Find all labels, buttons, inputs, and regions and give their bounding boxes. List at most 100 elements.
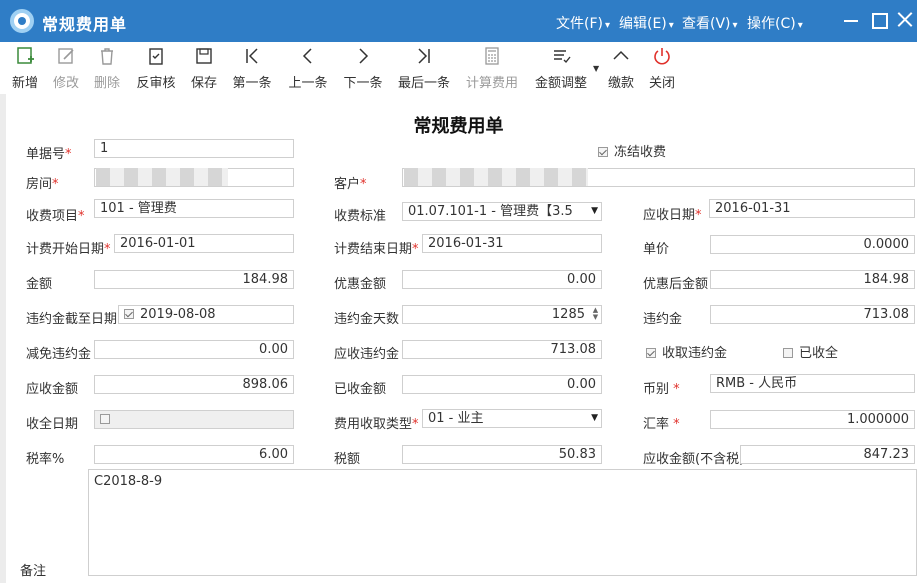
penalty-days-stepper[interactable]: 1285 ▲ ▼	[402, 305, 602, 324]
doc-no-field[interactable]: 1	[94, 139, 294, 158]
due-date-field[interactable]: 2016-01-31	[709, 199, 915, 218]
adjust-list-icon	[554, 50, 571, 64]
new-label: 新增	[11, 76, 38, 91]
amount-adjust-dropdown-icon[interactable]: ▼	[593, 64, 599, 73]
first-record-icon	[246, 48, 258, 64]
pay-label: 缴款	[607, 76, 634, 91]
penalty-field[interactable]: 713.08	[710, 305, 915, 324]
maximize-button[interactable]	[868, 8, 892, 32]
penalty-waive-label: 减免违约金	[26, 347, 92, 362]
amount-adjust-button[interactable]: 金额调整	[532, 46, 590, 91]
unaudit-label: 反审核	[136, 76, 176, 91]
new-icon	[17, 47, 34, 64]
left-panel-edge	[0, 94, 6, 583]
freeze-checkbox[interactable]: 冻结收费	[598, 141, 666, 160]
chevron-up-icon	[613, 50, 629, 60]
app-logo-icon	[10, 9, 34, 33]
penalty-due-field[interactable]: 713.08	[402, 340, 602, 359]
fee-item-field[interactable]: 101 - 管理费	[94, 199, 294, 218]
penalty-waive-field[interactable]: 0.00	[94, 340, 294, 359]
menu-file[interactable]: 文件(F)	[556, 13, 610, 33]
received-field[interactable]: 0.00	[402, 375, 602, 394]
edit-label: 修改	[52, 76, 79, 91]
next-record-label: 下一条	[343, 76, 383, 91]
receivable-label: 应收金额	[26, 382, 79, 397]
last-record-label: 最后一条	[397, 76, 450, 91]
unit-price-field[interactable]: 0.0000	[710, 235, 915, 254]
remark-label: 备注	[20, 564, 47, 579]
clipboard-check-icon	[149, 48, 163, 65]
title-bar: 常规费用单 文件(F) 编辑(E) 查看(V) 操作(C)	[0, 0, 917, 42]
penalty-until-check-icon	[124, 309, 134, 319]
calc-fee-label: 计算费用	[465, 76, 518, 91]
calc-fee-button[interactable]: 计算费用	[464, 46, 520, 91]
save-button[interactable]: 保存	[187, 46, 221, 91]
fee-std-label: 收费标准	[334, 209, 387, 224]
close-button[interactable]: 关闭	[645, 46, 679, 91]
menu-edit[interactable]: 编辑(E)	[619, 13, 674, 33]
fee-item-label: 收费项目*	[26, 209, 85, 224]
chevron-down-icon: ▼	[591, 413, 598, 423]
receivable-field[interactable]: 898.06	[94, 375, 294, 394]
amount-field[interactable]: 184.98	[94, 270, 294, 289]
amount-adjust-label: 金额调整	[534, 76, 587, 91]
remark-textarea[interactable]: C2018-8-9	[88, 469, 917, 576]
menu-operation[interactable]: 操作(C)	[747, 13, 803, 33]
first-record-label: 第一条	[232, 76, 272, 91]
stepper-arrows-icon[interactable]: ▲ ▼	[591, 307, 600, 322]
first-record-button[interactable]: 第一条	[230, 46, 274, 91]
due-date-label: 应收日期*	[643, 208, 702, 223]
end-date-field[interactable]: 2016-01-31	[422, 234, 602, 253]
penalty-label: 违约金	[643, 312, 683, 327]
rate-field[interactable]: 1.000000	[710, 410, 915, 429]
pay-button[interactable]: 缴款	[604, 46, 638, 91]
after-discount-field[interactable]: 184.98	[710, 270, 915, 289]
new-button[interactable]: 新增	[8, 46, 42, 91]
last-record-icon	[418, 48, 430, 64]
received-label: 已收金额	[334, 382, 387, 397]
penalty-until-field[interactable]: 2019-08-08	[118, 305, 294, 324]
collected-check-icon	[783, 348, 793, 358]
rate-label: 汇率 *	[643, 417, 680, 432]
save-icon	[196, 48, 212, 64]
start-date-field[interactable]: 2016-01-01	[114, 234, 294, 253]
penalty-due-label: 应收违约金	[334, 347, 400, 362]
customer-redacted	[404, 168, 588, 186]
chevron-right-icon	[359, 48, 369, 64]
minimize-button[interactable]	[840, 8, 864, 32]
unaudit-button[interactable]: 反审核	[134, 46, 178, 91]
receive-date-check-icon	[100, 414, 110, 424]
edit-button[interactable]: 修改	[49, 46, 83, 91]
currency-field[interactable]: RMB - 人民币	[710, 374, 915, 393]
room-redacted	[96, 168, 228, 186]
customer-label: 客户*	[334, 177, 367, 192]
fee-std-select[interactable]: 01.07.101-1 - 管理费【3.5 ▼	[402, 202, 602, 221]
unit-price-label: 单价	[643, 242, 670, 257]
amount-label: 金额	[26, 277, 53, 292]
tax-rate-field[interactable]: 6.00	[94, 445, 294, 464]
close-window-button[interactable]	[893, 8, 917, 32]
discount-label: 优惠金额	[334, 277, 387, 292]
menu-view[interactable]: 查看(V)	[682, 13, 738, 33]
doc-no-label: 单据号*	[26, 147, 72, 162]
net-receivable-field[interactable]: 847.23	[740, 445, 915, 464]
delete-label: 删除	[93, 76, 120, 91]
last-record-button[interactable]: 最后一条	[396, 46, 452, 91]
collected-checkbox[interactable]: 已收全	[783, 342, 838, 361]
next-record-button[interactable]: 下一条	[341, 46, 385, 91]
window-title: 常规费用单	[42, 15, 128, 34]
discount-field[interactable]: 0.00	[402, 270, 602, 289]
trash-icon	[101, 48, 113, 65]
prev-record-button[interactable]: 上一条	[286, 46, 330, 91]
chevron-left-icon	[302, 48, 312, 64]
tax-field[interactable]: 50.83	[402, 445, 602, 464]
collect-penalty-checkbox[interactable]: 收取违约金	[646, 342, 727, 361]
fee-type-select[interactable]: 01 - 业主 ▼	[422, 409, 602, 428]
freeze-check-icon	[598, 147, 608, 157]
fee-type-label: 费用收取类型*	[334, 417, 419, 432]
receive-date-field[interactable]	[94, 410, 294, 429]
save-label: 保存	[190, 76, 217, 91]
start-date-label: 计费开始日期*	[26, 242, 111, 257]
tax-label: 税额	[334, 452, 361, 467]
delete-button[interactable]: 删除	[90, 46, 124, 91]
